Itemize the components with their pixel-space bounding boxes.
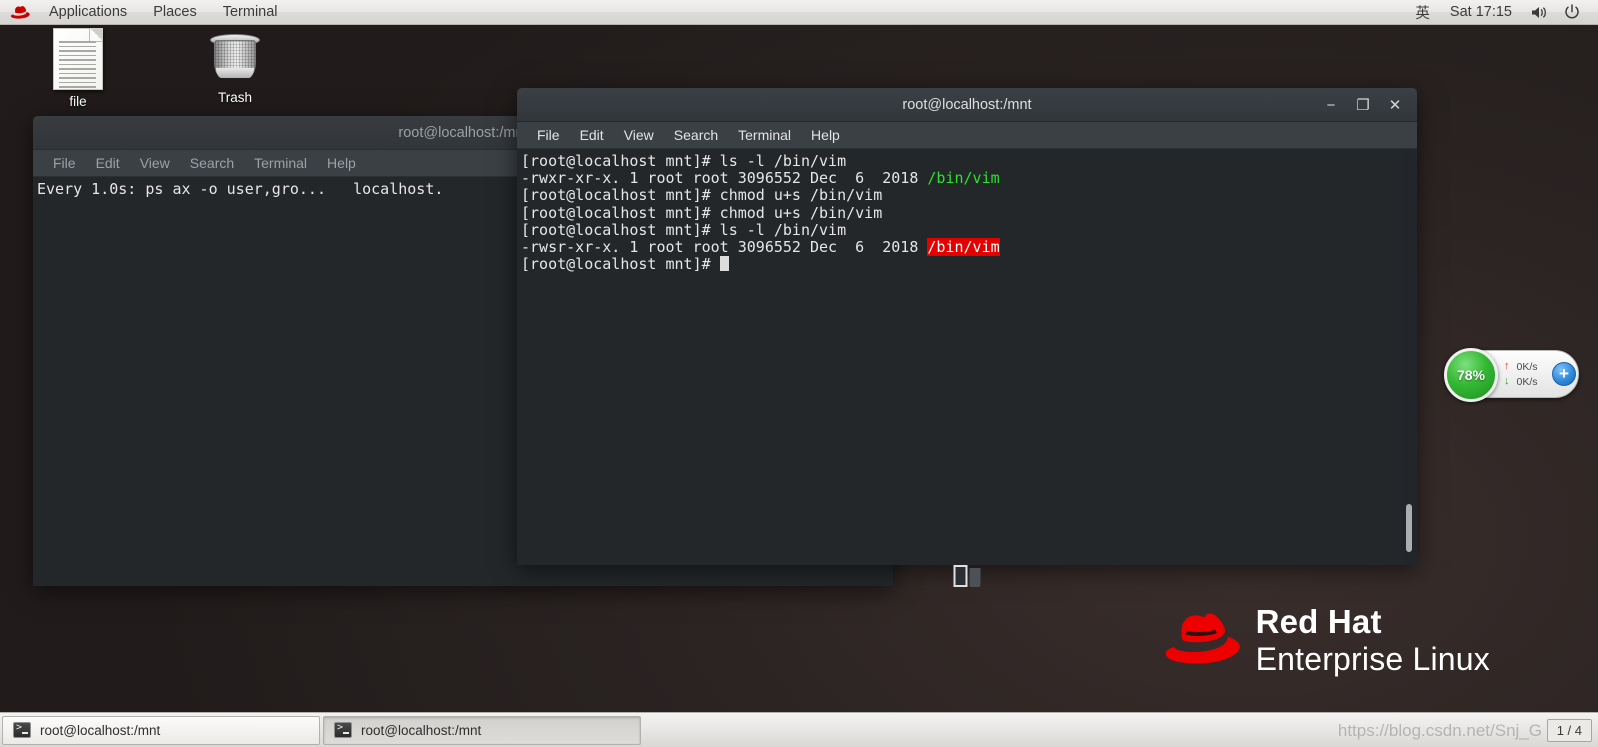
menu-edit[interactable]: Edit	[570, 122, 614, 148]
document-icon	[53, 28, 103, 90]
taskbar-button-1[interactable]: root@localhost:/mnt	[2, 715, 320, 745]
top-panel-left: Applications Places Terminal	[0, 0, 291, 24]
redhat-fedora-icon	[1164, 610, 1242, 671]
close-button[interactable]: ✕	[1381, 92, 1409, 118]
scrollbar-thumb[interactable]	[1406, 504, 1412, 552]
terminal-icon	[13, 722, 31, 738]
download-rate-value: 0K/s	[1516, 375, 1538, 388]
taskbar: root@localhost:/mnt root@localhost:/mnt …	[0, 712, 1598, 747]
clock[interactable]: Sat 17:15	[1440, 4, 1522, 20]
network-speed-widget[interactable]: 78% ↑ 0K/s ↓ 0K/s +	[1444, 348, 1579, 402]
menu-edit[interactable]: Edit	[86, 150, 130, 176]
desktop-icon-file[interactable]: file	[30, 28, 126, 109]
desktop-icon-label: Trash	[217, 90, 252, 105]
upload-rate-value: 0K/s	[1516, 360, 1538, 373]
brand-line-1: Red Hat	[1255, 603, 1382, 640]
download-arrow-icon: ↓	[1504, 375, 1510, 387]
minimize-button[interactable]: −	[1317, 92, 1345, 118]
terminal-text: [root@localhost mnt]# ls -l /bin/vim	[521, 152, 847, 170]
menu-terminal[interactable]: Terminal	[244, 150, 317, 176]
menu-help[interactable]: Help	[317, 150, 366, 176]
terminal-line: [root@localhost mnt]# chmod u+s /bin/vim	[521, 187, 1417, 204]
top-panel: Applications Places Terminal 英 Sat 17:15	[0, 0, 1598, 25]
menu-applications[interactable]: Applications	[36, 0, 140, 24]
menu-file[interactable]: File	[43, 150, 86, 176]
terminal-output-active[interactable]: [root@localhost mnt]# ls -l /bin/vim -rwx…	[517, 149, 1417, 565]
taskbar-button-label: root@localhost:/mnt	[361, 722, 482, 738]
rhel-wallpaper-brand: Red Hat Enterprise Linux	[1164, 605, 1490, 675]
terminal-text: -rwsr-xr-x. 1 root root 3096552 Dec 6 20…	[521, 238, 928, 257]
power-icon[interactable]	[1556, 4, 1588, 20]
terminal-text: /bin/vim	[927, 169, 1000, 188]
terminal-cursor	[719, 256, 729, 272]
menu-view[interactable]: View	[614, 122, 664, 148]
rhel-brand-text: Red Hat Enterprise Linux	[1256, 605, 1490, 675]
terminal-line: [root@localhost mnt]# ls -l /bin/vim	[521, 152, 1417, 170]
menu-view[interactable]: View	[130, 150, 180, 176]
trash-icon	[208, 28, 262, 86]
terminal-line: [root@localhost mnt]# ls -l /bin/vim	[521, 220, 1417, 239]
terminal-text: [root@localhost mnt]# chmod u+s /bin/vim	[521, 186, 883, 205]
terminal-lines: [root@localhost mnt]# ls -l /bin/vim -rwx…	[521, 152, 1417, 273]
terminal-scrollbar[interactable]	[1402, 149, 1417, 565]
terminal-line: -rwsr-xr-x. 1 root root 3096552 Dec 6 20…	[521, 238, 1417, 257]
taskbar-button-label: root@localhost:/mnt	[40, 722, 161, 738]
menu-terminal[interactable]: Terminal	[728, 122, 801, 148]
desktop-icon-trash[interactable]: Trash	[187, 28, 283, 105]
brand-line-2: Enterprise Linux	[1255, 641, 1490, 677]
desktop-icon-label: file	[69, 94, 87, 109]
terminal-line: [root@localhost mnt]#	[521, 256, 1417, 273]
desktop-screen: Applications Places Terminal 英 Sat 17:15	[0, 0, 1598, 747]
cpu-usage-gauge[interactable]: 78%	[1444, 348, 1498, 402]
menu-terminal[interactable]: Terminal	[210, 0, 291, 24]
terminal-text: [root@localhost mnt]#	[521, 255, 720, 274]
menubar-active: File Edit View Search Terminal Help	[517, 122, 1417, 149]
window-title: root@localhost:/mnt	[398, 124, 528, 141]
window-title: root@localhost:/mnt	[902, 96, 1032, 113]
titlebar-active[interactable]: root@localhost:/mnt − ❐ ✕	[517, 88, 1417, 122]
menu-places[interactable]: Places	[140, 0, 210, 24]
terminal-line: [root@localhost mnt]# chmod u+s /bin/vim	[521, 203, 1417, 222]
workspace-switcher[interactable]: 1 / 4	[1546, 718, 1592, 742]
upload-rate-row: ↑ 0K/s	[1504, 361, 1538, 373]
maximize-button[interactable]: ❐	[1349, 92, 1377, 118]
terminal-text: /bin/vim	[927, 238, 1000, 257]
terminal-window-active[interactable]: root@localhost:/mnt − ❐ ✕ File Edit View…	[517, 88, 1417, 587]
volume-icon[interactable]	[1522, 5, 1556, 20]
add-button[interactable]: +	[1552, 362, 1576, 386]
taskbar-button-2[interactable]: root@localhost:/mnt	[323, 715, 641, 745]
input-method-indicator[interactable]: 英	[1405, 2, 1440, 23]
terminal-text: -rwxr-xr-x. 1 root root 3096552 Dec 6 20…	[521, 169, 928, 188]
network-rates: ↑ 0K/s ↓ 0K/s	[1504, 361, 1538, 388]
download-rate-row: ↓ 0K/s	[1504, 376, 1538, 388]
terminal-text: [root@localhost mnt]# chmod u+s /bin/vim	[521, 203, 883, 222]
menu-search[interactable]: Search	[664, 122, 728, 148]
window-resize-grip[interactable]	[953, 565, 981, 587]
terminal-line: -rwxr-xr-x. 1 root root 3096552 Dec 6 20…	[521, 170, 1417, 187]
terminal-icon	[334, 722, 352, 738]
redhat-logo-icon[interactable]	[0, 5, 36, 19]
menu-help[interactable]: Help	[801, 122, 850, 148]
top-panel-right: 英 Sat 17:15	[1405, 0, 1598, 24]
menu-file[interactable]: File	[527, 122, 570, 148]
menu-search[interactable]: Search	[180, 150, 244, 176]
window-controls: − ❐ ✕	[1317, 88, 1409, 122]
upload-arrow-icon: ↑	[1504, 360, 1510, 372]
terminal-text: [root@localhost mnt]# ls -l /bin/vim	[521, 220, 847, 239]
